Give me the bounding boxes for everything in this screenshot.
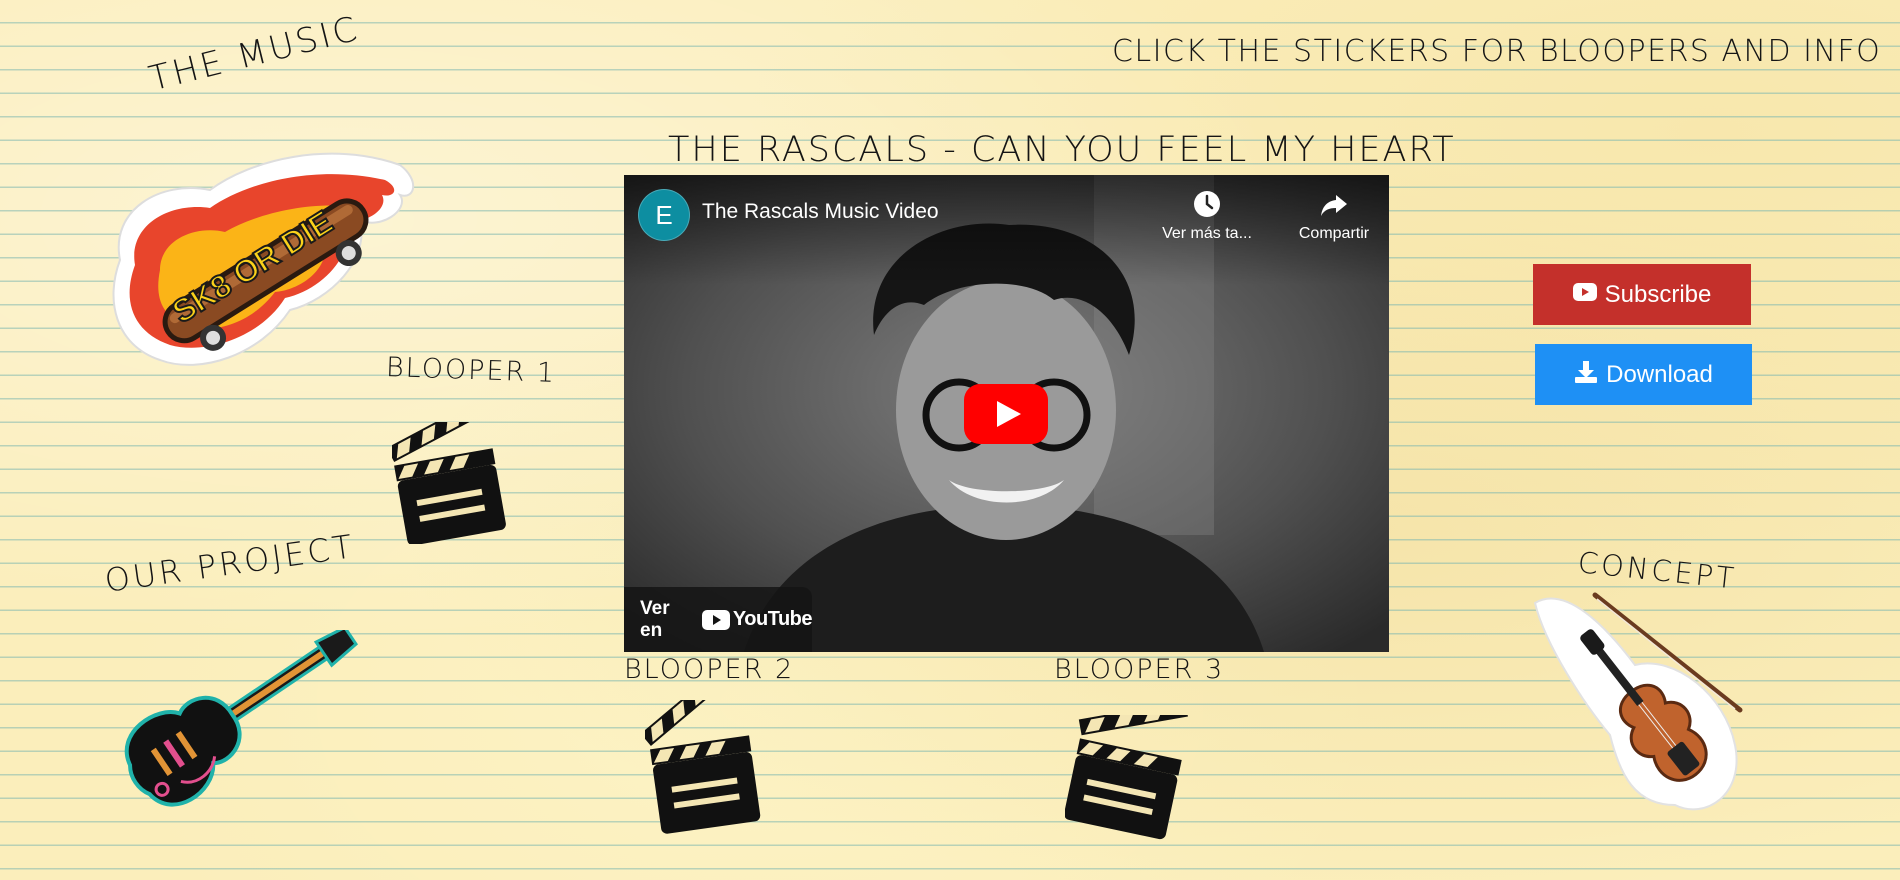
download-button[interactable]: Download — [1535, 344, 1752, 405]
nav-our-project[interactable]: OUR PROJECT — [102, 527, 357, 600]
video-top-shade — [624, 175, 1389, 285]
blooper-3-label: BLOOPER 3 — [1054, 654, 1225, 685]
skateboard-icon: SK8 OR DIE — [112, 152, 415, 366]
blooper-2-clapperboard[interactable] — [645, 700, 763, 834]
share-arrow-icon — [1321, 195, 1347, 216]
embedded-video-player[interactable]: E The Rascals Music Video Ver más ta... … — [624, 175, 1389, 652]
clapperboard-icon — [645, 700, 761, 834]
sk8-or-die-sticker[interactable]: SK8 OR DIE — [100, 140, 420, 380]
watch-on-label: Ver en — [640, 597, 670, 641]
subscribe-label: Subscribe — [1604, 280, 1712, 308]
clapperboard-icon — [1065, 715, 1188, 840]
watch-on-youtube-button[interactable]: Ver en YouTube — [624, 587, 813, 652]
instructions-text: CLICK THE STICKERS FOR BLOOPERS AND INFO — [1112, 34, 1882, 69]
download-label: Download — [1606, 360, 1713, 388]
share-label: Compartir — [1298, 225, 1370, 242]
our-project-guitar-sticker[interactable] — [108, 630, 358, 812]
youtube-icon — [1572, 282, 1597, 301]
video-title[interactable]: The Rascals Music Video — [702, 200, 939, 224]
clapperboard-icon — [392, 422, 506, 544]
nav-the-music[interactable]: THE MUSIC — [145, 9, 363, 100]
violin-icon — [1533, 592, 1743, 811]
blooper-3-clapperboard[interactable] — [1065, 715, 1190, 840]
blooper-2-label: BLOOPER 2 — [624, 654, 795, 685]
song-title: THE RASCALS - CAN YOU FEEL MY HEART — [668, 130, 1456, 170]
youtube-logo: YouTube — [701, 608, 813, 631]
watch-later-label: Ver más ta... — [1162, 225, 1252, 242]
clock-icon — [1194, 191, 1220, 217]
youtube-wordmark-text: YouTube — [732, 608, 813, 630]
youtube-mini-icon — [701, 609, 730, 630]
subscribe-button[interactable]: Subscribe — [1533, 264, 1751, 325]
concept-violin-sticker[interactable] — [1525, 585, 1755, 820]
guitar-icon — [124, 630, 358, 807]
youtube-play-icon[interactable] — [964, 384, 1048, 444]
blooper-1-clapperboard[interactable] — [392, 422, 510, 544]
watch-later-button[interactable]: Ver más ta... — [1152, 189, 1262, 243]
download-icon — [1575, 360, 1598, 383]
channel-avatar[interactable]: E — [638, 189, 690, 241]
share-button[interactable]: Compartir — [1279, 189, 1389, 243]
